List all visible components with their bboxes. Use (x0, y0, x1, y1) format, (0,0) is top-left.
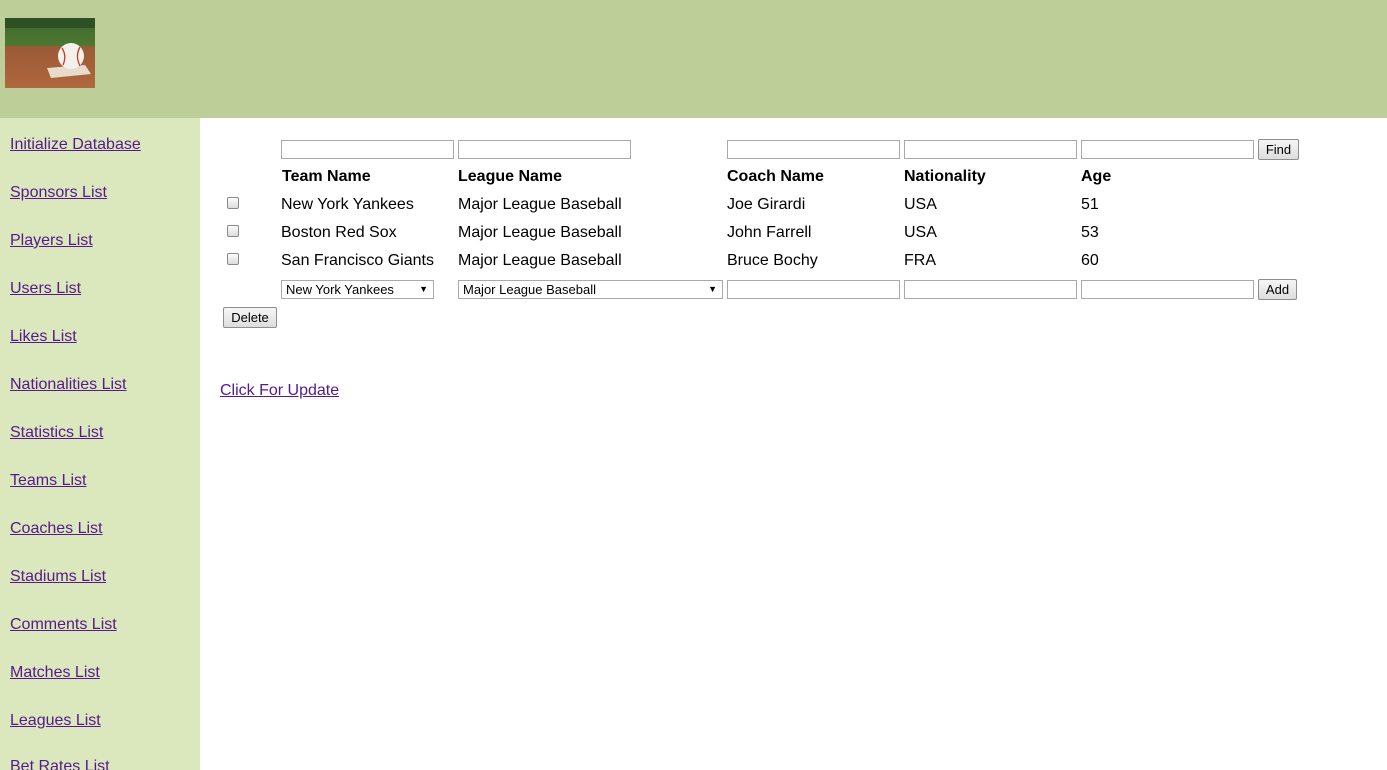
sidebar-item-comments-list[interactable]: Comments List (10, 616, 117, 634)
team-name-cell: Boston Red Sox (281, 224, 397, 241)
coach-name-filter-input[interactable] (727, 140, 900, 159)
nationality-cell: FRA (904, 252, 936, 269)
row-select-checkbox[interactable] (227, 225, 239, 237)
team-name-cell: San Francisco Giants (281, 252, 434, 269)
nationality-cell: USA (904, 224, 937, 241)
dropdown-arrow-icon: ▼ (419, 284, 428, 294)
row-select-checkbox[interactable] (227, 197, 239, 209)
header-age: Age (1081, 168, 1112, 185)
league-name-cell: Major League Baseball (458, 252, 622, 269)
find-button[interactable]: Find (1258, 139, 1299, 160)
add-button[interactable]: Add (1258, 279, 1297, 300)
sidebar-item-coaches-list[interactable]: Coaches List (10, 520, 103, 538)
league-name-filter-input[interactable] (458, 140, 631, 159)
header-league-name: League Name (458, 168, 563, 185)
league-name-cell: Major League Baseball (458, 224, 622, 241)
dropdown-arrow-icon: ▼ (708, 284, 717, 294)
age-filter-input[interactable] (1081, 140, 1254, 159)
nationality-input[interactable] (904, 280, 1077, 299)
sidebar-item-teams-list[interactable]: Teams List (10, 472, 86, 490)
header-team-name: Team Name (282, 168, 371, 185)
header-coach-name: Coach Name (727, 168, 824, 185)
sidebar-item-statistics-list[interactable]: Statistics List (10, 424, 103, 442)
nationality-filter-input[interactable] (904, 140, 1077, 159)
league-name-cell: Major League Baseball (458, 196, 622, 213)
team-name-filter-input[interactable] (281, 140, 454, 159)
sidebar-item-bet-rates-list[interactable]: Bet Rates List (10, 758, 110, 770)
league-select-value: Major League Baseball (463, 282, 596, 297)
header-nationality: Nationality (904, 168, 986, 185)
sidebar-item-sponsors-list[interactable]: Sponsors List (10, 184, 107, 202)
sidebar-item-initialize-database[interactable]: Initialize Database (10, 136, 141, 154)
team-select-value: New York Yankees (286, 282, 394, 297)
age-cell: 60 (1081, 252, 1099, 269)
coach-name-cell: Joe Girardi (727, 196, 806, 213)
sidebar-item-players-list[interactable]: Players List (10, 232, 93, 250)
sidebar-item-stadiums-list[interactable]: Stadiums List (10, 568, 106, 586)
team-select[interactable]: New York Yankees ▼ (281, 280, 434, 299)
age-cell: 51 (1081, 196, 1099, 213)
delete-button[interactable]: Delete (223, 307, 277, 328)
sidebar: Initialize Database Sponsors List Player… (0, 118, 200, 770)
coach-name-cell: Bruce Bochy (727, 252, 818, 269)
sidebar-item-leagues-list[interactable]: Leagues List (10, 712, 101, 730)
header (0, 0, 1387, 118)
sidebar-item-matches-list[interactable]: Matches List (10, 664, 100, 682)
league-select[interactable]: Major League Baseball ▼ (458, 280, 723, 299)
coach-name-cell: John Farrell (727, 224, 812, 241)
team-name-cell: New York Yankees (281, 196, 414, 213)
sidebar-item-nationalities-list[interactable]: Nationalities List (10, 376, 127, 394)
click-for-update-link[interactable]: Click For Update (220, 382, 339, 400)
row-select-checkbox[interactable] (227, 253, 239, 265)
age-input[interactable] (1081, 280, 1254, 299)
age-cell: 53 (1081, 224, 1099, 241)
coach-name-input[interactable] (727, 280, 900, 299)
nationality-cell: USA (904, 196, 937, 213)
sidebar-item-users-list[interactable]: Users List (10, 280, 81, 298)
sidebar-item-likes-list[interactable]: Likes List (10, 328, 77, 346)
baseball-logo-image (5, 18, 95, 88)
